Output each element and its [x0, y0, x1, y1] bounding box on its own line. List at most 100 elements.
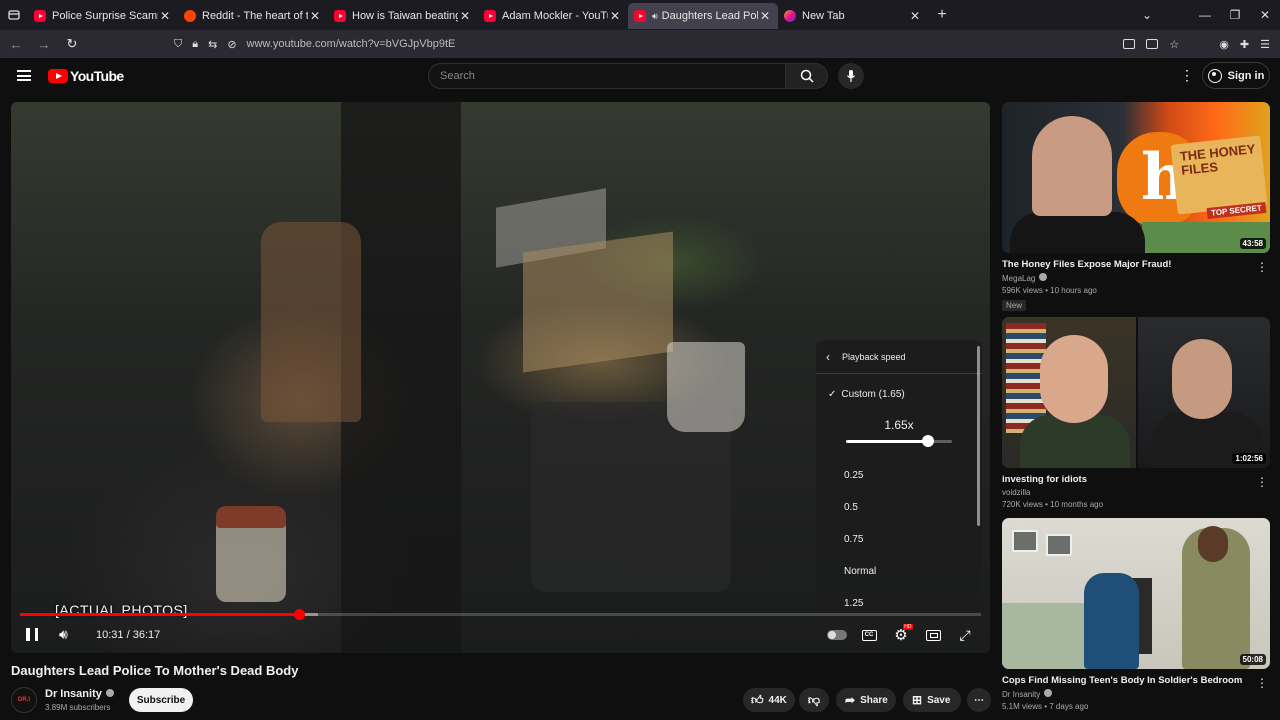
- close-tab-icon[interactable]: ✕: [758, 9, 772, 23]
- video-thumbnail[interactable]: 1:02:56: [1002, 317, 1270, 468]
- like-button[interactable]: 👍︎ 44K: [743, 688, 795, 712]
- card-meta: 596K views • 10 hours ago: [1002, 286, 1097, 295]
- shield-icon[interactable]: ⛉: [174, 38, 182, 51]
- tab-audio-icon[interactable]: 🔊︎: [652, 11, 658, 22]
- progress-bar[interactable]: [20, 609, 981, 620]
- speed-slider[interactable]: [846, 435, 952, 447]
- browser-tab[interactable]: Reddit - The heart of the intern✕: [178, 3, 328, 29]
- progress-scrubber[interactable]: [293, 609, 305, 620]
- maximize-button[interactable]: ❐: [1220, 8, 1250, 22]
- browser-tab[interactable]: How is Taiwan beating everyone✕: [328, 3, 478, 29]
- settings-kebab-icon[interactable]: ⋮: [1180, 68, 1194, 82]
- close-tab-icon[interactable]: ✕: [908, 9, 922, 23]
- recommended-video-card[interactable]: h THE HONEY FILES TOP SECRET 43:58 ⋮ The…: [1002, 102, 1270, 313]
- save-button[interactable]: ⊞ Save: [903, 688, 961, 712]
- permissions-icon[interactable]: ⇆: [208, 38, 217, 51]
- forward-button[interactable]: →: [32, 37, 56, 52]
- speed-option[interactable]: 0.25: [844, 470, 863, 481]
- close-window-button[interactable]: ✕: [1250, 8, 1280, 22]
- cc-icon: CC: [861, 629, 877, 641]
- browser-tab-bar: Police Surprise Scammers At Th✕Reddit - …: [0, 0, 1280, 30]
- close-tab-icon[interactable]: ✕: [458, 9, 472, 23]
- card-title[interactable]: The Honey Files Expose Major Fraud!: [1002, 259, 1270, 270]
- card-channel[interactable]: MegaLag: [1002, 274, 1035, 283]
- tab-overflow-chevron-icon[interactable]: ⌄: [1132, 8, 1162, 22]
- browser-tab[interactable]: Police Surprise Scammers At Th✕: [28, 3, 178, 29]
- card-channel[interactable]: voidzilla: [1002, 488, 1270, 497]
- subscribe-button[interactable]: Subscribe: [129, 688, 193, 712]
- account-icon[interactable]: ◉: [1219, 38, 1229, 51]
- search-input[interactable]: Search: [428, 63, 786, 89]
- screenshot-icon[interactable]: [1123, 39, 1136, 49]
- back-chevron-icon[interactable]: ‹: [826, 350, 830, 364]
- speed-panel-header[interactable]: ‹ Playback speed: [816, 340, 982, 374]
- close-tab-icon[interactable]: ✕: [308, 9, 322, 23]
- card-channel-row[interactable]: MegaLag: [1002, 273, 1270, 283]
- sign-in-label: Sign in: [1227, 69, 1265, 82]
- channel-name[interactable]: Dr Insanity: [45, 688, 102, 700]
- back-button[interactable]: ←: [4, 37, 28, 52]
- channel-avatar[interactable]: DR.I: [11, 687, 37, 713]
- toolbar-icons: ☆ ◉ ✚ ☰: [1123, 30, 1270, 58]
- reader-view-icon[interactable]: [1146, 39, 1159, 49]
- microphone-icon: [847, 70, 855, 82]
- card-channel-row[interactable]: Dr Insanity: [1002, 689, 1270, 699]
- youtube-logo[interactable]: YouTube: [48, 68, 124, 84]
- video-thumbnail[interactable]: h THE HONEY FILES TOP SECRET 43:58: [1002, 102, 1270, 253]
- card-title[interactable]: investing for idiots: [1002, 474, 1270, 485]
- speed-option-custom[interactable]: ✓ Custom (1.65): [828, 389, 905, 400]
- browser-tab[interactable]: Adam Mockler - YouTube✕: [478, 3, 628, 29]
- hd-badge: HD: [903, 624, 913, 630]
- card-menu-icon[interactable]: ⋮: [1256, 475, 1268, 489]
- guide-menu-icon[interactable]: [17, 70, 31, 81]
- dislike-button[interactable]: 👎︎: [799, 688, 829, 712]
- url-field[interactable]: www.youtube.com/watch?v=bVGJpVbp9tE: [247, 38, 456, 50]
- card-title[interactable]: Cops Find Missing Teen's Body In Soldier…: [1002, 675, 1270, 686]
- bookmark-star-icon[interactable]: ☆: [1169, 38, 1179, 51]
- reload-button[interactable]: ↻: [60, 36, 84, 52]
- thumbnail-person-face: [1032, 116, 1112, 216]
- app-menu-icon[interactable]: ☰: [1260, 38, 1270, 51]
- tab-list-icon[interactable]: [0, 0, 28, 30]
- channel-name-row[interactable]: Dr Insanity: [45, 688, 114, 700]
- miniplayer-button[interactable]: [924, 626, 942, 644]
- close-tab-icon[interactable]: ✕: [608, 9, 622, 23]
- voice-search-button[interactable]: [838, 63, 864, 89]
- browser-tab[interactable]: 🔊︎Daughters Lead Police To M✕: [628, 3, 778, 29]
- card-menu-icon[interactable]: ⋮: [1256, 260, 1268, 274]
- video-frame-jar: [216, 506, 286, 602]
- video-player[interactable]: [ACTUAL PHOTOS] ‹ Playback speed ✓ Custom…: [11, 102, 990, 653]
- recommended-video-card[interactable]: 50:08 ⋮ Cops Find Missing Teen's Body In…: [1002, 518, 1270, 711]
- speed-option[interactable]: Normal: [844, 566, 876, 577]
- browser-tab[interactable]: New Tab ✕: [778, 3, 928, 29]
- video-thumbnail[interactable]: 50:08: [1002, 518, 1270, 669]
- extensions-icon[interactable]: ✚: [1240, 38, 1249, 51]
- speed-panel-scrollbar[interactable]: [977, 346, 980, 526]
- autoplay-blocked-icon[interactable]: ⊘: [227, 38, 236, 51]
- sign-in-button[interactable]: Sign in: [1202, 62, 1270, 89]
- card-channel[interactable]: Dr Insanity: [1002, 690, 1040, 699]
- autoplay-toggle[interactable]: [826, 626, 848, 644]
- search-button[interactable]: [786, 63, 828, 89]
- pause-button[interactable]: [26, 628, 38, 641]
- fullscreen-button[interactable]: ⤢: [956, 626, 974, 644]
- settings-button[interactable]: ⚙ HD: [891, 624, 913, 644]
- volume-icon[interactable]: 🔊︎: [59, 626, 68, 643]
- speed-slider-handle[interactable]: [921, 435, 934, 447]
- youtube-icon: [484, 10, 496, 22]
- share-button[interactable]: ➦ Share: [836, 688, 896, 712]
- subtitles-button[interactable]: CC: [860, 626, 878, 644]
- speed-option[interactable]: 1.25: [844, 598, 863, 609]
- more-actions-button[interactable]: ⋯: [967, 688, 991, 712]
- new-tab-button[interactable]: +: [928, 6, 956, 24]
- recommended-video-card[interactable]: 1:02:56 ⋮ investing for idiots voidzilla…: [1002, 317, 1270, 509]
- save-playlist-icon: ⊞: [912, 693, 923, 707]
- new-badge: New: [1002, 300, 1027, 311]
- miniplayer-icon: [925, 629, 941, 641]
- lock-icon[interactable]: 🔒︎: [192, 38, 198, 51]
- speed-option[interactable]: 0.5: [844, 502, 858, 513]
- close-tab-icon[interactable]: ✕: [158, 9, 172, 23]
- minimize-button[interactable]: —: [1190, 8, 1220, 22]
- card-menu-icon[interactable]: ⋮: [1256, 676, 1268, 690]
- speed-option[interactable]: 0.75: [844, 534, 863, 545]
